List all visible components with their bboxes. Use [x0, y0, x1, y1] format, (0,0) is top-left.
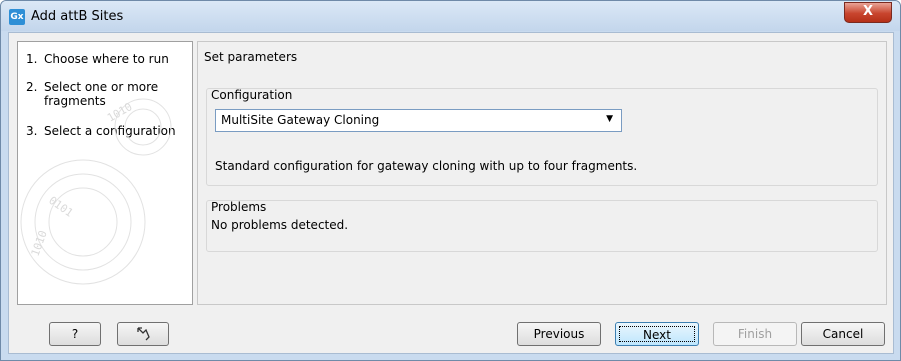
configuration-group: Configuration MultiSite Gateway Cloning …: [206, 88, 878, 186]
cancel-button[interactable]: Cancel: [801, 322, 885, 346]
reset-arrow-icon: [137, 327, 150, 341]
reset-button[interactable]: [117, 322, 169, 346]
next-button[interactable]: Next: [615, 322, 699, 346]
dialog-window: Gx Add attB Sites X 1. Choose where to ru…: [0, 0, 901, 361]
problems-group: Problems No problems detected.: [206, 200, 878, 252]
step-item-1: 1. Choose where to run: [26, 52, 169, 66]
step-number: 1.: [26, 52, 38, 66]
svg-text:1010: 1010: [105, 100, 134, 125]
configuration-select-value: MultiSite Gateway Cloning: [221, 113, 380, 127]
problems-message: No problems detected.: [211, 218, 349, 232]
window-title: Add attB Sites: [31, 9, 124, 24]
binary-watermark-icon: 1010 0101 1010: [20, 98, 172, 285]
parameters-panel: Set parameters Configuration MultiSite G…: [197, 41, 887, 305]
panel-heading: Set parameters: [204, 50, 298, 64]
help-button[interactable]: ?: [49, 322, 101, 346]
title-bar[interactable]: Gx Add attB Sites X: [1, 1, 900, 31]
dialog-body: 1. Choose where to run 2. Select one or mo…: [8, 32, 894, 354]
configuration-description: Standard configuration for gateway cloni…: [215, 159, 638, 173]
close-button[interactable]: X: [844, 2, 892, 23]
finish-button: Finish: [713, 322, 797, 346]
configuration-select[interactable]: MultiSite Gateway Cloning ▼: [215, 109, 622, 132]
problems-label: Problems: [211, 200, 267, 214]
previous-button[interactable]: Previous: [517, 322, 601, 346]
app-logo-icon: Gx: [9, 9, 25, 25]
svg-text:0101: 0101: [46, 194, 75, 220]
step-label: Choose where to run: [44, 52, 169, 66]
configuration-label: Configuration: [211, 88, 293, 102]
steps-panel: 1. Choose where to run 2. Select one or mo…: [17, 41, 193, 305]
next-button-label: Next: [619, 326, 695, 342]
chevron-down-icon[interactable]: ▼: [606, 114, 613, 124]
